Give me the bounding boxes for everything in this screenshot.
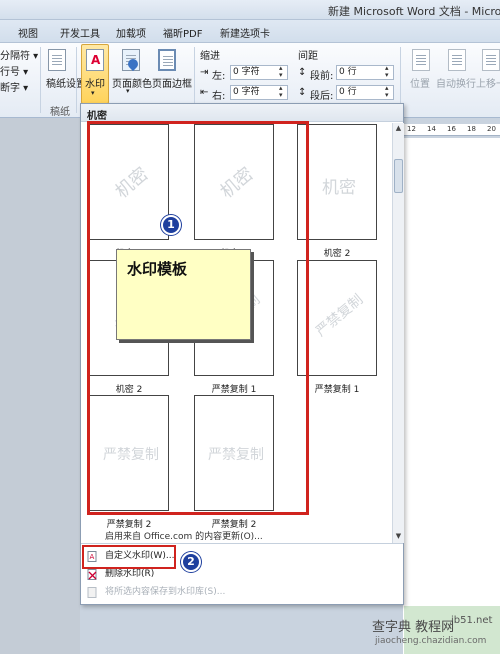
- chevron-down-icon: ▾: [91, 89, 95, 97]
- page-color-button[interactable]: 页面颜色: [112, 75, 152, 90]
- menu-divider: [81, 543, 403, 544]
- bring-forward-button[interactable]: 上移一: [476, 75, 500, 90]
- callout-note: 水印模板: [116, 249, 251, 340]
- ruler-tick: 16: [447, 125, 456, 133]
- chevron-down-icon: ▾: [126, 87, 130, 95]
- ruler-tick: 12: [407, 125, 416, 133]
- indent-left-label: 左:: [212, 71, 226, 82]
- watermark-sample: 机密: [322, 178, 356, 198]
- position-button[interactable]: 位置: [410, 75, 430, 90]
- spacing-after-icon: ↕: [298, 87, 307, 98]
- step-badge-1: 1: [161, 215, 181, 235]
- indent-left-icon: ⇥: [200, 67, 209, 78]
- wrap-text-icon: [446, 47, 468, 73]
- spacing-before-icon: ↕: [298, 67, 307, 78]
- tab-addins[interactable]: 加载项: [116, 25, 146, 40]
- ribbon-tabs: 视图 开发工具 加载项 福昕PDF 新建选项卡: [0, 20, 500, 42]
- indent-left-spinner[interactable]: ▴ ▾: [279, 65, 287, 79]
- tab-new[interactable]: 新建选项卡: [220, 25, 270, 40]
- indent-right-label: 右:: [212, 91, 226, 102]
- page-color-icon: [120, 47, 142, 73]
- remove-watermark-icon: [87, 569, 98, 580]
- indent-right-spinner[interactable]: ▴ ▾: [279, 85, 287, 99]
- gallery-scrollbar[interactable]: ▲ ▼: [392, 123, 404, 543]
- spacing-after-spinner[interactable]: ▴ ▾: [385, 85, 393, 99]
- ruler-tick: 14: [427, 125, 436, 133]
- watermark-thumbnail: 机密: [297, 124, 377, 240]
- ruler-tick: 18: [467, 125, 476, 133]
- ruler-tick: 20: [487, 125, 496, 133]
- window-title: 新建 Microsoft Word 文档 - Microso: [328, 5, 500, 18]
- site-watermark-url: jiaocheng.chazidian.com: [375, 636, 487, 646]
- highlight-frame-custom: [82, 545, 176, 569]
- horizontal-ruler: 12 14 16 18 20: [403, 124, 500, 136]
- watermark-button[interactable]: A 水印 ▾: [81, 44, 109, 104]
- watermark-icon: A: [86, 49, 104, 71]
- save-to-gallery-item[interactable]: 将所选内容保存到水印库(S)...: [85, 584, 385, 601]
- wrap-text-button[interactable]: 自动换行: [436, 75, 476, 90]
- page-border-button[interactable]: 页面边框: [152, 75, 192, 90]
- tab-developer[interactable]: 开发工具: [60, 25, 100, 40]
- page-border-icon: [156, 47, 178, 73]
- line-numbers-button[interactable]: 行号 ▾: [0, 63, 28, 78]
- gallery-scroll-thumb[interactable]: [394, 159, 403, 193]
- title-bar: 新建 Microsoft Word 文档 - Microso: [0, 0, 500, 20]
- breaks-button[interactable]: 分隔符 ▾: [0, 47, 38, 62]
- tab-foxit-pdf[interactable]: 福昕PDF: [163, 25, 202, 40]
- position-icon: [410, 47, 432, 73]
- spacing-before-label: 段前:: [310, 71, 334, 82]
- watermark-label: 水印: [85, 79, 105, 90]
- group-paper-label: 稿纸: [50, 107, 70, 118]
- watermark-thumbnail: 严禁复制: [297, 260, 377, 376]
- document-page[interactable]: [403, 138, 500, 654]
- spacing-title: 间距: [298, 51, 318, 62]
- paper-settings-icon: [46, 47, 68, 73]
- office-content-updates-item[interactable]: 启用来自 Office.com 的内容更新(O)...: [105, 529, 263, 542]
- step-badge-2: 2: [181, 552, 201, 572]
- scroll-down-icon[interactable]: ▼: [394, 531, 403, 541]
- scroll-up-icon[interactable]: ▲: [394, 123, 403, 133]
- document-margin: [0, 118, 80, 654]
- indent-right-icon: ⇤: [200, 87, 209, 98]
- hyphenation-button[interactable]: 断字 ▾: [0, 79, 28, 94]
- paper-settings-label[interactable]: 稿纸设置: [46, 75, 86, 90]
- save-to-gallery-label: 将所选内容保存到水印库(S)...: [105, 587, 226, 597]
- gallery-section-header: 机密: [81, 104, 403, 122]
- indent-title: 缩进: [200, 51, 220, 62]
- watermark-sample: 严禁复制: [313, 291, 367, 340]
- site-watermark-text: 查字典 教程网: [372, 620, 455, 635]
- spacing-after-label: 段后:: [310, 91, 334, 102]
- spacing-before-spinner[interactable]: ▴ ▾: [385, 65, 393, 79]
- site-logo-text: jb51.net: [451, 615, 493, 626]
- tab-view[interactable]: 视图: [18, 25, 38, 40]
- save-gallery-icon: [87, 587, 98, 598]
- bring-forward-icon: [480, 47, 500, 73]
